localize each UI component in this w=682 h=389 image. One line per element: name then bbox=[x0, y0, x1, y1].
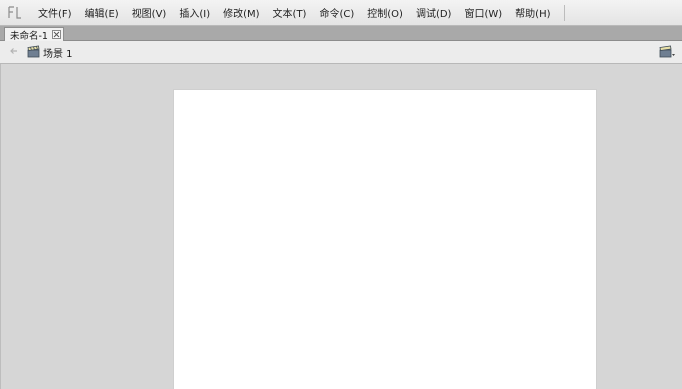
menu-text[interactable]: 文本(T) bbox=[267, 3, 313, 22]
close-icon[interactable] bbox=[51, 30, 61, 39]
tab-document-title: 未命名-1 bbox=[10, 30, 48, 42]
menu-bar: 文件(F) 编辑(E) 视图(V) 插入(I) 修改(M) 文本(T) 命令(C… bbox=[0, 0, 682, 26]
menu-debug[interactable]: 调试(D) bbox=[410, 3, 458, 22]
document-tab-strip: 未命名-1 bbox=[0, 26, 682, 42]
menu-window[interactable]: 窗口(W) bbox=[458, 3, 508, 22]
menu-file[interactable]: 文件(F) bbox=[32, 3, 78, 22]
back-arrow-icon[interactable] bbox=[9, 46, 19, 56]
tab-document[interactable]: 未命名-1 bbox=[4, 27, 64, 42]
clapperboard-icon bbox=[27, 45, 40, 58]
menu-modify[interactable]: 修改(M) bbox=[217, 3, 265, 22]
menu-help[interactable]: 帮助(H) bbox=[509, 3, 556, 22]
edit-scene-icon[interactable] bbox=[659, 45, 676, 59]
menu-edit[interactable]: 编辑(E) bbox=[79, 3, 125, 22]
stage-canvas[interactable] bbox=[174, 90, 596, 389]
menu-divider bbox=[563, 4, 565, 21]
scene-name[interactable]: 场景 1 bbox=[43, 45, 73, 60]
menu-commands[interactable]: 命令(C) bbox=[313, 3, 360, 22]
fl-logo-icon bbox=[8, 6, 22, 19]
edit-bar: 场景 1 bbox=[0, 41, 682, 64]
menu-control[interactable]: 控制(O) bbox=[361, 3, 409, 22]
menu-view[interactable]: 视图(V) bbox=[126, 3, 173, 22]
menu-insert[interactable]: 插入(I) bbox=[173, 3, 216, 22]
